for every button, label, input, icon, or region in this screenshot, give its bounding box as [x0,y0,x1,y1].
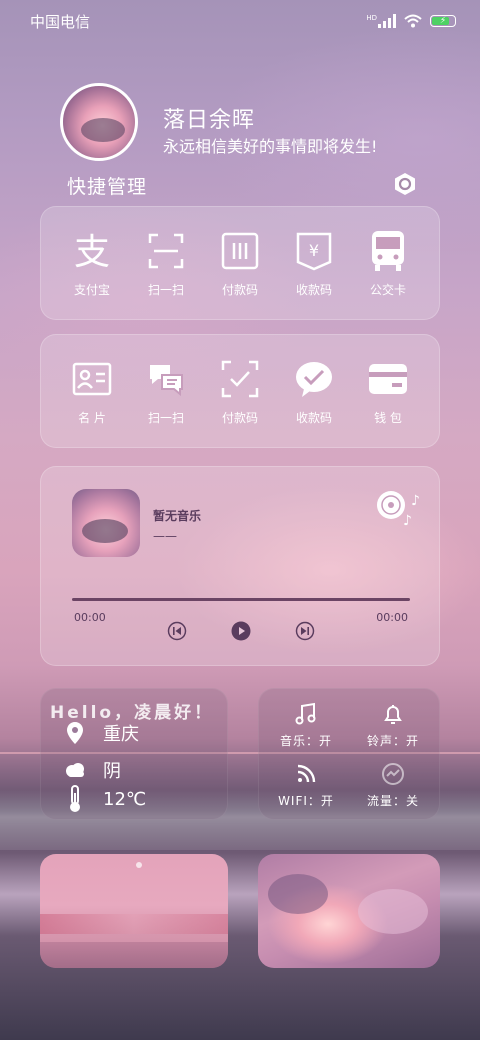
toggle-data[interactable]: 流量：关 [348,762,438,809]
bus-card-icon [366,229,410,273]
wechat-scan-icon [144,357,188,401]
svg-text:♪: ♪ [403,513,412,529]
wifi-icon [297,764,316,783]
previous-track-icon[interactable] [167,621,187,641]
quick-actions-panel-1: 支 支付宝 扫一扫 付款码 ¥ 收款码 公交卡 [40,206,440,320]
tile-wechat-scan[interactable]: 扫一扫 [131,357,201,426]
wechat-icon [292,357,336,401]
settings-icon[interactable] [393,172,417,196]
vinyl-record-icon[interactable]: ♪ ♪ [375,489,419,529]
music-note-icon [295,702,316,725]
play-icon[interactable] [231,621,251,641]
album-cover[interactable] [72,489,140,557]
battery-icon: ⚡ [430,15,456,27]
toggle-music[interactable]: 音乐：开 [261,702,351,749]
toggle-ringtone[interactable]: 铃声：开 [348,702,438,749]
weather-temperature-row: 12℃ [64,785,146,812]
business-card-icon [70,357,114,401]
tile-wallet[interactable]: 钱 包 [353,357,423,426]
wechat-payment-icon [218,357,262,401]
quick-actions-panel-2: 名 片 扫一扫 付款码 收款码 钱 包 [40,334,440,448]
photo-widget-right[interactable] [258,854,440,968]
receive-code-icon: ¥ [292,229,336,273]
section-title-quick-manage: 快捷管理 [67,176,148,198]
scan-icon [144,229,188,273]
tile-scan[interactable]: 扫一扫 [131,229,201,298]
svg-text:¥: ¥ [309,241,319,260]
weather-location-row: 重庆 [64,720,139,746]
photo-widget-left[interactable] [40,854,228,968]
wifi-status-icon [404,14,422,28]
track-title: 暂无音乐 [153,509,202,523]
status-bar: 中国电信 HD ⚡ [30,10,456,32]
thermometer-icon [64,785,86,812]
wallet-icon [366,357,410,401]
profile-motto: 永远相信美好的事情即将发生! [163,137,378,156]
tile-wechat-payment[interactable]: 付款码 [205,357,275,426]
current-time: 00:00 [74,611,106,624]
network-type-label: HD [366,14,377,22]
next-track-icon[interactable] [295,621,315,641]
location-pin-icon [64,721,86,745]
tile-alipay[interactable]: 支 支付宝 [57,229,127,298]
signal-icon [378,14,396,28]
alipay-icon: 支 [70,229,114,273]
data-usage-icon [382,763,404,785]
tile-payment-code[interactable]: 付款码 [205,229,275,298]
carrier-label: 中国电信 [30,12,91,31]
toggle-wifi[interactable]: WIFI：开 [261,762,351,809]
svg-text:♪: ♪ [411,493,419,509]
cloud-icon [64,758,86,782]
tile-business-card[interactable]: 名 片 [57,357,127,426]
weather-condition-row: 阴 [64,757,121,783]
tile-receive-code[interactable]: ¥ 收款码 [279,229,349,298]
svg-text:支: 支 [74,232,110,271]
avatar[interactable] [60,83,138,161]
bell-icon [384,705,402,724]
music-player-panel: 暂无音乐 —— ♪ ♪ 00:00 00:00 [40,466,440,666]
profile-name: 落日余晖 [163,108,256,133]
progress-bar[interactable] [72,598,410,601]
tile-bus-card[interactable]: 公交卡 [353,229,423,298]
track-artist: —— [153,529,177,543]
tile-wechat-receive[interactable]: 收款码 [279,357,349,426]
total-time: 00:00 [376,611,408,624]
payment-code-icon [218,229,262,273]
